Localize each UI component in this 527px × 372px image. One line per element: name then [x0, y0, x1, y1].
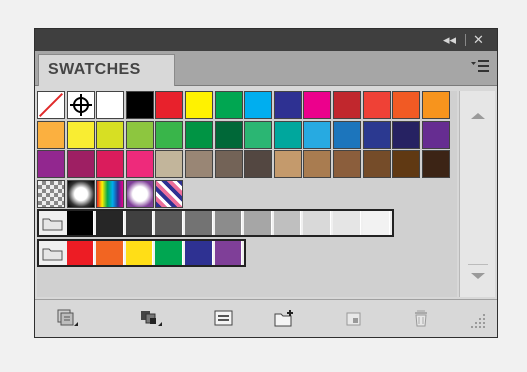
swatch-color[interactable] — [214, 211, 243, 236]
swatch-rainbow-gradient[interactable] — [96, 179, 125, 208]
swatch-color[interactable] — [362, 150, 391, 179]
swatch-color[interactable] — [392, 120, 421, 149]
tab-label: SWATCHES — [48, 61, 141, 78]
swatch-color[interactable] — [303, 91, 332, 119]
swatch-color[interactable] — [303, 120, 332, 149]
panel-menu-icon[interactable] — [471, 59, 489, 73]
swatch-color[interactable] — [273, 211, 302, 236]
new-swatch-icon[interactable] — [343, 308, 365, 328]
swatch-color[interactable] — [392, 150, 421, 179]
resize-grip-icon[interactable] — [469, 312, 491, 332]
swatch-color[interactable] — [185, 241, 213, 265]
swatch-color[interactable] — [155, 91, 184, 119]
panel-titlebar[interactable]: ◂◂ ✕ — [35, 29, 497, 51]
scroll-down-icon[interactable] — [471, 273, 485, 279]
swatch-libraries-menu-icon[interactable] — [55, 308, 78, 328]
color-group-grays[interactable] — [37, 209, 395, 238]
swatch-color[interactable] — [214, 91, 243, 119]
swatch-color[interactable] — [303, 211, 331, 236]
swatch-color[interactable] — [421, 120, 450, 149]
tab-swatches[interactable]: SWATCHES — [38, 54, 175, 86]
tab-row: SWATCHES — [35, 51, 497, 86]
swatch-color[interactable] — [96, 91, 125, 119]
swatch-color[interactable] — [362, 211, 391, 236]
swatch-color[interactable] — [185, 91, 213, 119]
collapse-icon[interactable]: ◂◂ — [443, 33, 456, 46]
titlebar-divider — [465, 34, 466, 46]
swatch-list[interactable] — [37, 91, 457, 297]
vertical-scrollbar[interactable] — [459, 91, 495, 297]
swatch-pattern-blue[interactable] — [155, 179, 184, 208]
swatch-color[interactable] — [421, 91, 450, 119]
swatch-color[interactable] — [96, 150, 125, 179]
swatch-color[interactable] — [155, 241, 183, 265]
swatch-color[interactable] — [66, 241, 95, 265]
swatch-color[interactable] — [96, 120, 125, 149]
swatch-white-glow[interactable] — [125, 179, 154, 208]
color-group-brights[interactable] — [37, 239, 247, 267]
swatch-radial-gradient[interactable] — [66, 179, 95, 208]
delete-swatch-icon[interactable] — [411, 308, 433, 328]
swatch-color[interactable] — [185, 211, 213, 236]
swatch-color[interactable] — [244, 211, 272, 236]
swatch-color[interactable] — [155, 150, 184, 179]
show-kinds-menu-icon[interactable] — [139, 308, 162, 328]
swatch-color[interactable] — [244, 91, 273, 119]
bottom-toolbar — [35, 299, 497, 337]
swatch-color[interactable] — [185, 150, 213, 179]
swatch-color[interactable] — [37, 150, 65, 179]
close-icon[interactable]: ✕ — [473, 33, 484, 46]
swatch-color[interactable] — [96, 241, 124, 265]
swatch-color[interactable] — [392, 91, 421, 119]
swatch-color[interactable] — [333, 120, 361, 149]
swatch-color[interactable] — [244, 150, 273, 179]
swatch-color[interactable] — [66, 120, 95, 149]
swatch-color[interactable] — [333, 211, 361, 236]
swatch-color[interactable] — [273, 120, 302, 149]
swatch-options-icon[interactable] — [213, 308, 235, 328]
swatch-color[interactable] — [66, 150, 95, 179]
swatch-color[interactable] — [125, 241, 154, 265]
swatch-color[interactable] — [214, 120, 243, 149]
swatches-panel: ◂◂ ✕ SWATCHES — [34, 28, 498, 338]
swatch-color[interactable] — [155, 120, 184, 149]
swatch-color[interactable] — [185, 120, 213, 149]
scroll-divider — [468, 264, 488, 265]
scroll-up-icon[interactable] — [471, 113, 485, 119]
swatch-registration[interactable] — [66, 91, 95, 119]
swatch-color[interactable] — [125, 150, 154, 179]
swatch-color[interactable] — [273, 91, 302, 119]
swatch-color[interactable] — [421, 150, 450, 179]
swatch-color[interactable] — [214, 241, 243, 265]
swatch-color[interactable] — [362, 91, 391, 119]
swatch-color[interactable] — [66, 211, 95, 236]
swatch-color[interactable] — [244, 120, 273, 149]
swatch-color[interactable] — [96, 211, 124, 236]
registration-icon — [69, 94, 92, 116]
swatch-color[interactable] — [125, 91, 154, 119]
new-color-group-icon[interactable] — [273, 308, 295, 328]
swatch-color[interactable] — [273, 150, 302, 179]
swatch-color[interactable] — [362, 120, 391, 149]
swatch-color[interactable] — [214, 150, 243, 179]
swatch-color[interactable] — [333, 91, 361, 119]
swatch-color[interactable] — [333, 150, 361, 179]
swatch-color[interactable] — [37, 120, 65, 149]
swatch-transparency-checker[interactable] — [37, 179, 65, 208]
folder-icon — [39, 211, 67, 235]
swatch-color[interactable] — [125, 120, 154, 149]
swatch-color[interactable] — [155, 211, 183, 236]
swatch-color[interactable] — [125, 211, 154, 236]
swatch-color[interactable] — [303, 150, 332, 179]
folder-icon — [39, 241, 67, 265]
swatch-none[interactable] — [37, 91, 65, 119]
